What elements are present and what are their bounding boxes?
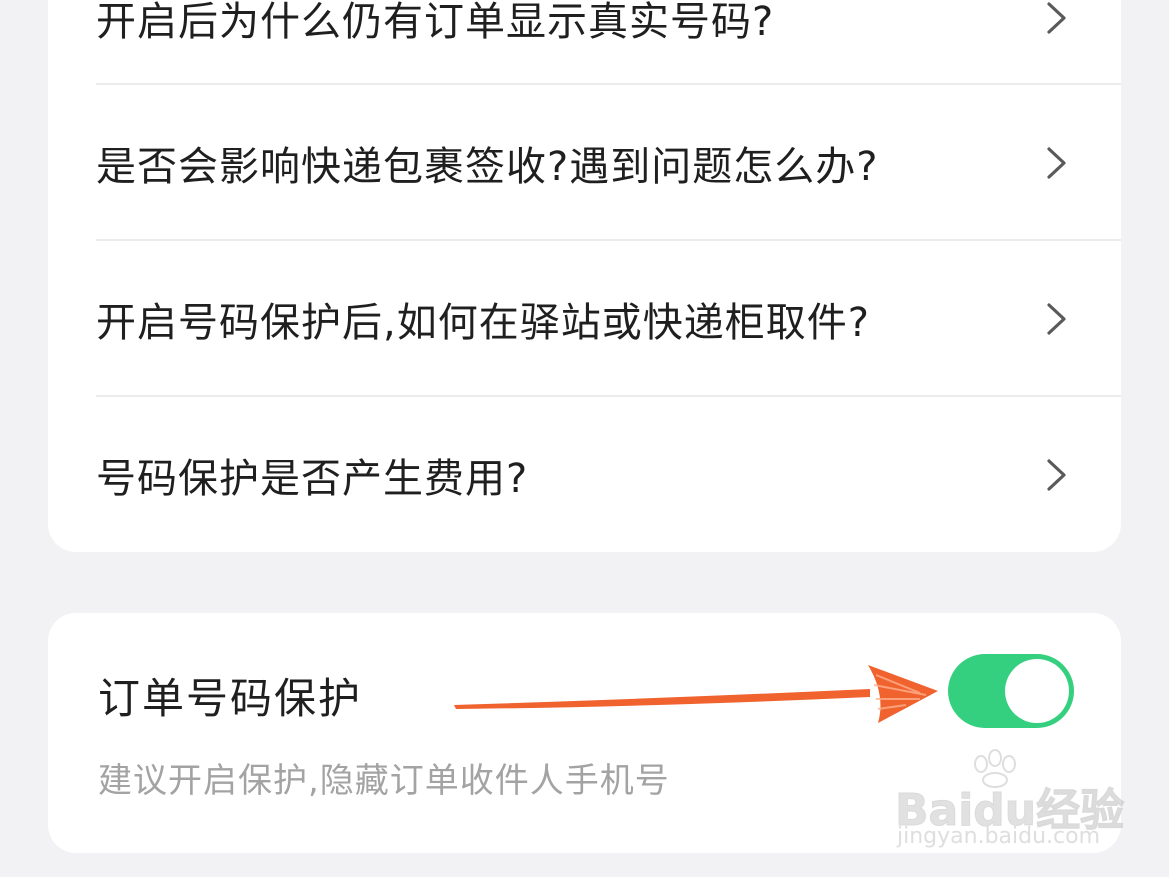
chevron-right-icon (1047, 303, 1066, 335)
faq-question: 号码保护是否产生费用? (96, 456, 529, 502)
arrow-right-icon (454, 665, 938, 723)
watermark: Baidu经验 jingyan.baidu.com (894, 748, 1125, 858)
faq-item-real-number[interactable]: 开启后为什么仍有订单显示真实号码? (96, 0, 1120, 96)
faq-question: 是否会影响快递包裹签收?遇到问题怎么办? (96, 144, 879, 190)
protection-title: 订单号码保护 (98, 674, 363, 723)
protection-toggle[interactable] (948, 654, 1074, 728)
faq-question: 开启后为什么仍有订单显示真实号码? (96, 0, 775, 45)
chevron-right-icon (1047, 147, 1066, 179)
protection-subtitle: 建议开启保护,隐藏订单收件人手机号 (98, 761, 670, 801)
toggle-knob (1005, 659, 1069, 723)
chevron-right-icon (1047, 459, 1066, 491)
faq-item-fee[interactable]: 号码保护是否产生费用? (96, 397, 1120, 553)
faq-item-delivery[interactable]: 是否会影响快递包裹签收?遇到问题怎么办? (96, 85, 1120, 241)
page: 开启后为什么仍有订单显示真实号码? 是否会影响快递包裹签收?遇到问题怎么办? 开… (0, 0, 1169, 877)
watermark-url: jingyan.baidu.com (897, 824, 1101, 849)
chevron-right-icon (1047, 2, 1066, 34)
faq-question: 开启号码保护后,如何在驿站或快递柜取件? (96, 300, 870, 346)
faq-item-pickup[interactable]: 开启号码保护后,如何在驿站或快递柜取件? (96, 241, 1120, 397)
faq-card: 开启后为什么仍有订单显示真实号码? 是否会影响快递包裹签收?遇到问题怎么办? 开… (48, 0, 1121, 552)
